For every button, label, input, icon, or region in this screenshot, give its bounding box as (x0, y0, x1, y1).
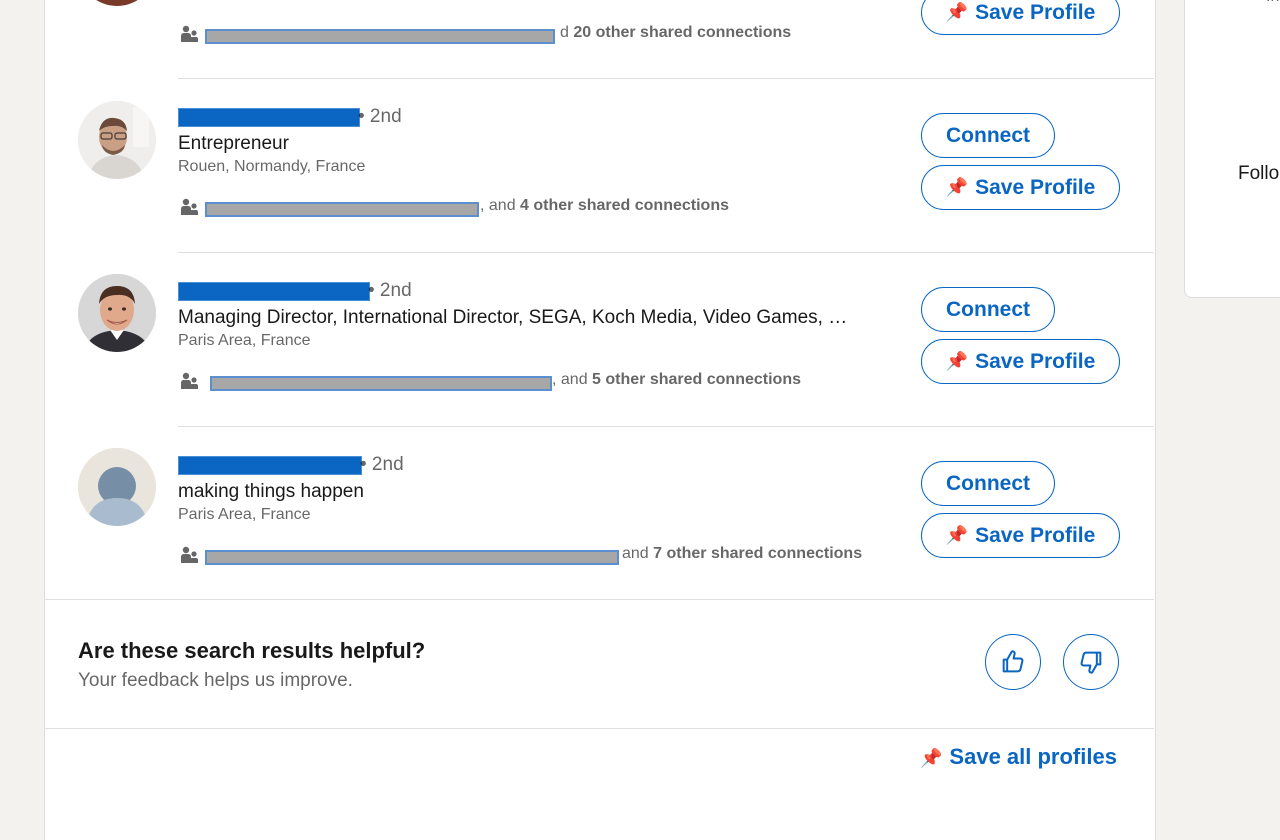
save-all-profiles-label: Save all profiles (949, 744, 1117, 769)
thumbs-down-icon (1080, 651, 1102, 674)
name-redacted (178, 108, 360, 127)
save-profile-button[interactable]: 📌 Save Profile (921, 165, 1120, 210)
connection-degree: • 2nd (360, 454, 404, 475)
shared-connections-redacted (205, 550, 619, 565)
profile-photo (78, 274, 156, 352)
row-divider (178, 252, 1154, 253)
pushpin-icon: 📌 (945, 2, 969, 22)
shared-connections-prefix: , and (552, 371, 588, 388)
sidebar-card (1184, 0, 1280, 298)
people-icon (181, 198, 198, 215)
name-redacted (178, 456, 362, 475)
thumbs-down-button[interactable] (1063, 634, 1119, 690)
save-profile-button[interactable]: 📌 Save Profile (921, 339, 1120, 384)
sidebar-partial-top-text: In (1266, 0, 1279, 6)
profile-location: Paris Area, France (178, 506, 311, 523)
shared-connections-count: 5 other shared connections (592, 371, 801, 388)
avatar[interactable] (78, 274, 156, 352)
sidebar-partial-follow-text: Follo (1238, 163, 1280, 184)
people-icon (181, 25, 198, 42)
shared-connections-prefix: , and (480, 197, 516, 214)
save-profile-label: Save Profile (975, 175, 1096, 199)
shared-connections-prefix: d (560, 24, 569, 41)
row-divider (178, 78, 1154, 79)
shared-connections-redacted (205, 202, 479, 217)
shared-connections-redacted (205, 29, 555, 44)
shared-connections-count: 4 other shared connections (520, 197, 729, 214)
profile-headline: making things happen (178, 481, 364, 502)
feedback-title: Are these search results helpful? (78, 638, 426, 663)
pushpin-icon: 📌 (945, 177, 969, 197)
connection-degree: • 2nd (358, 106, 402, 127)
connection-degree: • 2nd (368, 280, 412, 301)
people-icon (181, 546, 198, 563)
profile-photo (78, 101, 156, 179)
default-avatar-icon (78, 448, 156, 526)
section-divider (44, 599, 1154, 600)
thumbs-up-button[interactable] (985, 634, 1041, 690)
avatar[interactable] (78, 448, 156, 526)
connect-button[interactable]: Connect (921, 287, 1055, 332)
profile-headline: Entrepreneur (178, 133, 289, 154)
shared-connections-redacted (210, 376, 552, 391)
profile-location: Paris Area, France (178, 332, 311, 349)
connect-button[interactable]: Connect (921, 461, 1055, 506)
connect-label: Connect (946, 123, 1030, 147)
save-profile-label: Save Profile (975, 0, 1096, 24)
shared-connections-prefix: and (622, 545, 649, 562)
name-redacted (178, 282, 370, 301)
connect-label: Connect (946, 471, 1030, 495)
shared-connections-count: 7 other shared connections (653, 545, 863, 562)
avatar[interactable] (78, 101, 156, 179)
people-icon (181, 372, 198, 389)
save-profile-label: Save Profile (975, 523, 1096, 547)
feedback-subtitle: Your feedback helps us improve. (78, 670, 353, 691)
connect-button[interactable]: Connect (921, 113, 1055, 158)
pushpin-icon: 📌 (945, 351, 969, 371)
pushpin-icon: 📌 (945, 525, 969, 545)
thumbs-up-icon (1002, 650, 1024, 673)
shared-connections-count: 20 other shared connections (573, 24, 792, 41)
profile-headline: Managing Director, International Directo… (178, 307, 848, 328)
save-profile-button[interactable]: 📌 Save Profile (921, 513, 1120, 558)
save-all-profiles-button[interactable]: 📌 Save all profiles (920, 744, 1117, 770)
row-divider (178, 426, 1154, 427)
profile-location: Rouen, Normandy, France (178, 158, 366, 175)
section-divider (44, 728, 1154, 729)
pushpin-icon: 📌 (920, 748, 943, 768)
save-profile-label: Save Profile (975, 349, 1096, 373)
save-profile-button[interactable]: 📌 Save Profile (921, 0, 1120, 35)
connect-label: Connect (946, 297, 1030, 321)
